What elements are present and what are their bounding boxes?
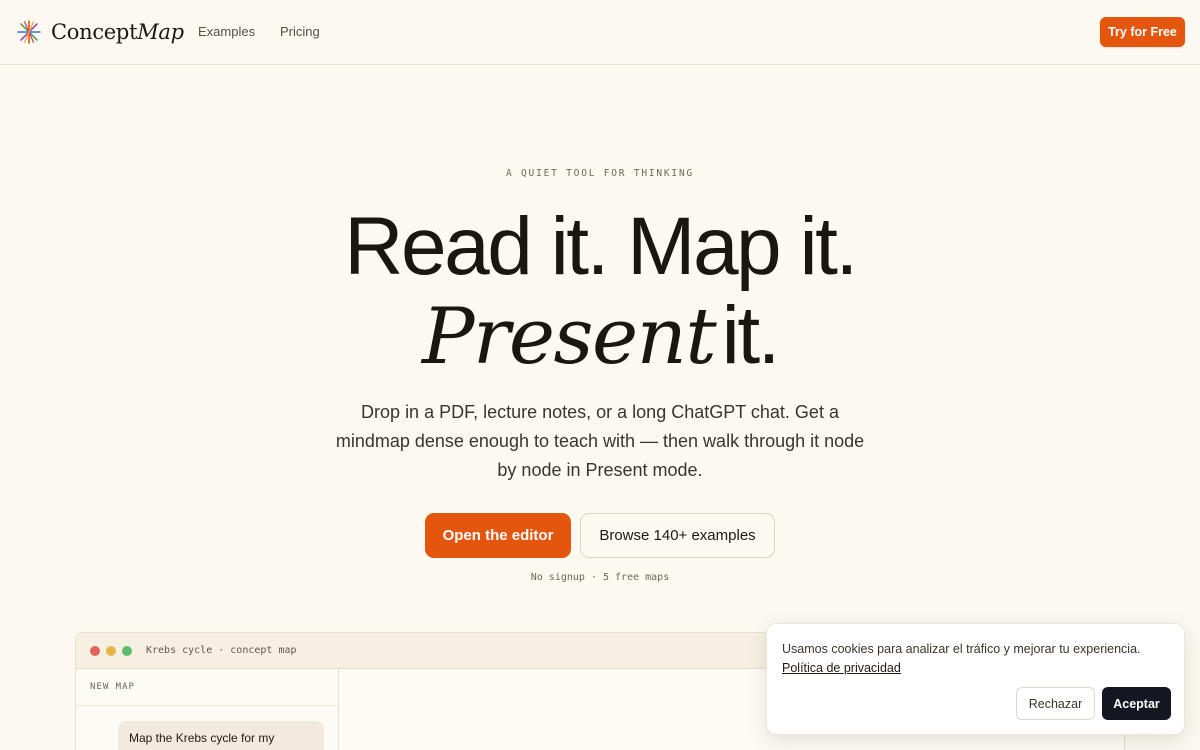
asterisk-starburst-icon	[17, 20, 41, 44]
headline-line-1: Read it. Map it.	[344, 201, 858, 292]
brand-logo[interactable]: ConceptMap	[16, 19, 184, 45]
sidebar-heading: NEW MAP	[76, 669, 338, 706]
chat-message-bubble: Map the Krebs cycle for my biochem stude…	[118, 721, 324, 750]
hero-fine-print: No signup · 5 free maps	[530, 572, 670, 583]
preview-sidebar: NEW MAP Map the Krebs cycle for my bioch…	[76, 669, 339, 750]
window-close-dot	[90, 645, 100, 656]
window-maximize-dot	[122, 645, 132, 656]
window-minimize-dot	[106, 645, 116, 656]
headline-serif-word: Present	[422, 292, 717, 382]
nav-link-pricing[interactable]: Pricing	[280, 24, 320, 39]
try-for-free-button[interactable]: Try for Free	[1100, 17, 1185, 47]
top-nav: ConceptMap Examples Pricing Try for Free	[0, 0, 1200, 65]
hero-headline: Read it. Map it. Present it.	[0, 200, 1200, 394]
browse-examples-button[interactable]: Browse 140+ examples	[580, 513, 775, 558]
window-title: Krebs cycle · concept map	[146, 645, 297, 656]
reject-cookies-button[interactable]: Rechazar	[1016, 687, 1095, 720]
hero-eyebrow: A QUIET TOOL FOR THINKING	[506, 168, 694, 179]
accept-cookies-button[interactable]: Aceptar	[1102, 687, 1171, 720]
privacy-policy-link[interactable]: Política de privacidad	[782, 661, 901, 675]
brand-name: ConceptMap	[51, 20, 184, 44]
cookie-message: Usamos cookies para analizar el tráfico …	[782, 640, 1177, 678]
headline-line-2: Present it.	[0, 294, 1200, 394]
cookie-banner: Usamos cookies para analizar el tráfico …	[766, 623, 1185, 735]
open-editor-button[interactable]: Open the editor	[425, 513, 571, 558]
hero-subtitle: Drop in a PDF, lecture notes, or a long …	[335, 402, 865, 480]
headline-tail: it.	[721, 290, 781, 381]
cookie-text: Usamos cookies para analizar el tráfico …	[782, 642, 1141, 656]
nav-link-examples[interactable]: Examples	[198, 24, 255, 39]
